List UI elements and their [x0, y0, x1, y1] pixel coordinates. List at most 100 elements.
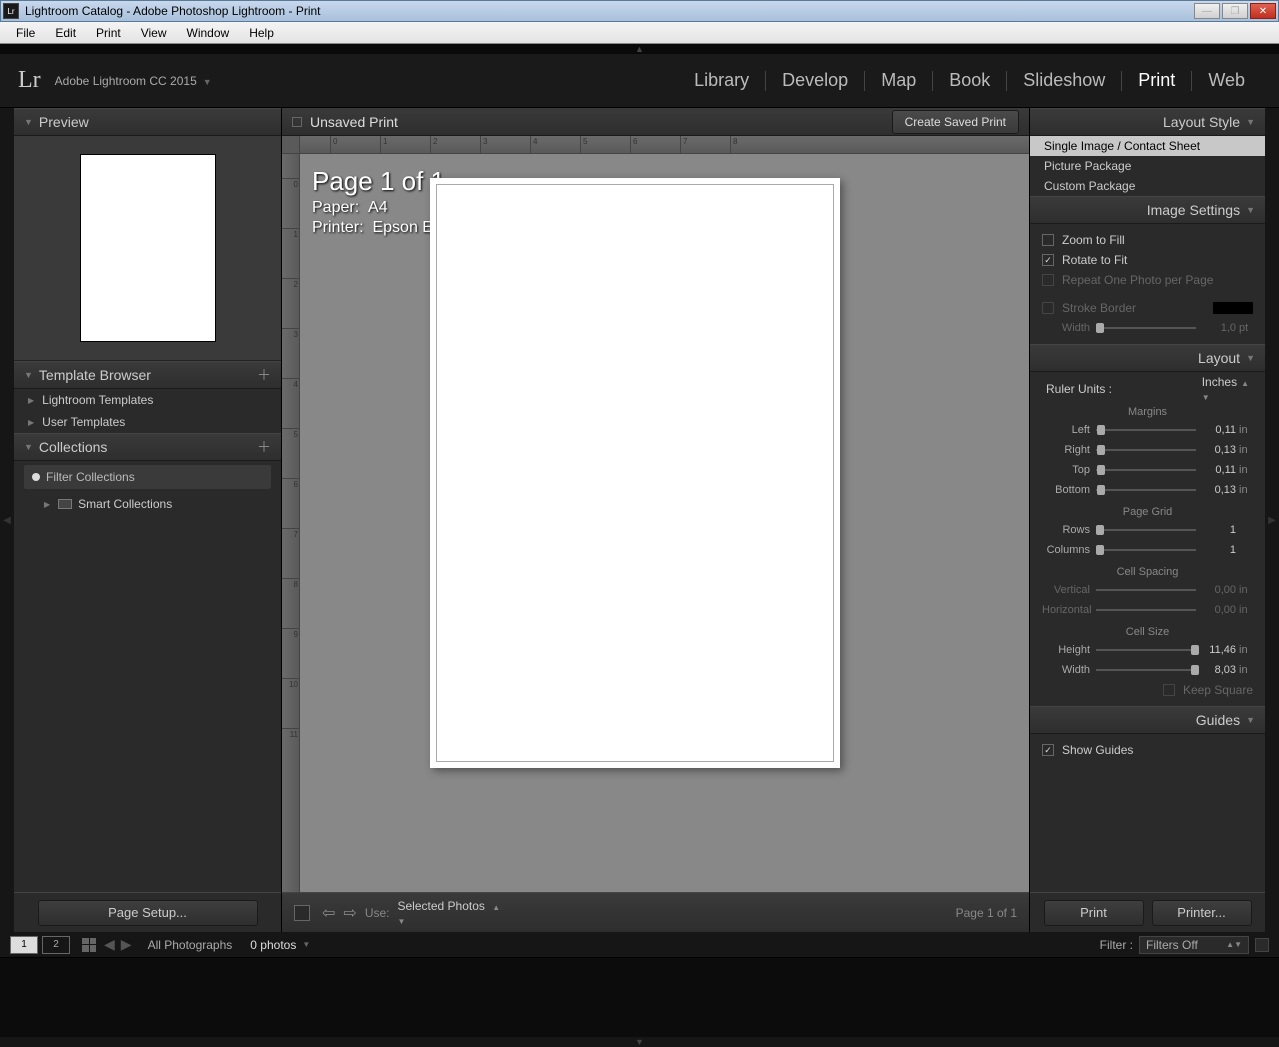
- disclosure-triangle-icon: ▼: [24, 370, 33, 380]
- ruler-units-dropdown[interactable]: Ruler Units : Inches▲▼: [1042, 378, 1253, 400]
- cell-width-slider[interactable]: Width8,03in: [1042, 660, 1253, 680]
- search-icon: [32, 473, 40, 481]
- source-dropdown-icon[interactable]: ▼: [302, 940, 310, 949]
- filmstrip-body[interactable]: [0, 958, 1279, 1037]
- menu-bar: File Edit Print View Window Help: [0, 22, 1279, 44]
- second-display-toggle[interactable]: 2: [42, 936, 70, 954]
- filmstrip-toolbar: 1 2 ◀ ▶ All Photographs 0 photos ▼ Filte…: [0, 932, 1279, 958]
- module-picker: Library Develop Map Book Slideshow Print…: [678, 70, 1261, 91]
- image-settings-header[interactable]: Image Settings▼: [1030, 196, 1265, 224]
- menu-print[interactable]: Print: [86, 23, 131, 43]
- filter-collections-input[interactable]: Filter Collections: [24, 465, 271, 489]
- nav-back-icon[interactable]: ◀: [104, 936, 115, 953]
- collections-header[interactable]: ▼ Collections ＋: [14, 433, 281, 461]
- module-map[interactable]: Map: [865, 70, 932, 91]
- source-label[interactable]: All Photographs: [148, 938, 233, 952]
- module-web[interactable]: Web: [1192, 70, 1261, 91]
- print-canvas[interactable]: 012345678 01234567891011 Page 1 of 1 Pap…: [282, 136, 1029, 892]
- smart-collection-icon: [58, 499, 72, 509]
- cell-height-slider[interactable]: Height11,46in: [1042, 640, 1253, 660]
- right-panel-collapse[interactable]: ▶: [1265, 108, 1279, 932]
- rotate-to-fit-checkbox[interactable]: ✓Rotate to Fit: [1042, 250, 1253, 270]
- stroke-width-slider[interactable]: Width 1,0pt: [1042, 318, 1253, 338]
- create-saved-print-button[interactable]: Create Saved Print: [892, 110, 1019, 134]
- guides-header[interactable]: Guides▼: [1030, 706, 1265, 734]
- add-collection-icon[interactable]: ＋: [257, 437, 271, 457]
- layout-style-custom-package[interactable]: Custom Package: [1030, 176, 1265, 196]
- cell-horizontal-slider: Horizontal0,00in: [1042, 600, 1253, 620]
- nav-forward-icon[interactable]: ▶: [121, 936, 132, 953]
- use-label: Use:: [365, 906, 390, 920]
- margin-bottom-slider[interactable]: Bottom0,13in: [1042, 480, 1253, 500]
- module-library[interactable]: Library: [678, 70, 765, 91]
- margin-right-slider[interactable]: Right0,13in: [1042, 440, 1253, 460]
- grid-view-icon[interactable]: [82, 938, 96, 952]
- soft-proof-toggle-icon[interactable]: [292, 117, 302, 127]
- identity-dropdown-icon[interactable]: ▼: [203, 77, 212, 87]
- filter-lock-icon[interactable]: [1255, 938, 1269, 952]
- layout-header[interactable]: Layout▼: [1030, 344, 1265, 372]
- minimize-button[interactable]: —: [1194, 3, 1220, 19]
- left-panel-collapse[interactable]: ◀: [0, 108, 14, 932]
- template-browser-title: Template Browser: [39, 367, 151, 383]
- maximize-button[interactable]: ❐: [1222, 3, 1248, 19]
- repeat-one-checkbox[interactable]: Repeat One Photo per Page: [1042, 270, 1253, 290]
- margin-top-slider[interactable]: Top0,11in: [1042, 460, 1253, 480]
- cell-size-subhead: Cell Size: [1042, 626, 1253, 638]
- filmstrip-collapse[interactable]: ▼: [0, 1037, 1279, 1047]
- preview-panel-header[interactable]: ▼ Preview: [14, 108, 281, 136]
- right-panel: Layout Style▼ Single Image / Contact She…: [1029, 108, 1265, 932]
- module-slideshow[interactable]: Slideshow: [1007, 70, 1121, 91]
- close-button[interactable]: ✕: [1250, 3, 1276, 19]
- paper-preview[interactable]: [430, 178, 840, 768]
- stroke-color-swatch[interactable]: [1213, 302, 1253, 314]
- templates-user[interactable]: ▶User Templates: [14, 411, 281, 433]
- lightroom-logo: Lr: [18, 67, 41, 94]
- keep-square-checkbox[interactable]: Keep Square: [1042, 680, 1253, 700]
- image-cell[interactable]: [436, 184, 834, 762]
- preview-thumbnail[interactable]: [80, 154, 216, 342]
- printer-button[interactable]: Printer...: [1152, 900, 1252, 926]
- margin-left-slider[interactable]: Left0,11in: [1042, 420, 1253, 440]
- menu-help[interactable]: Help: [239, 23, 284, 43]
- top-panel-collapse[interactable]: ▲: [0, 44, 1279, 54]
- product-name: Adobe Lightroom CC 2015▼: [55, 74, 212, 88]
- module-print[interactable]: Print: [1122, 70, 1191, 91]
- menu-file[interactable]: File: [6, 23, 45, 43]
- layout-style-picture-package[interactable]: Picture Package: [1030, 156, 1265, 176]
- stroke-border-checkbox[interactable]: Stroke Border: [1042, 298, 1253, 318]
- preview-title: Preview: [39, 114, 89, 130]
- right-footer: Print Printer...: [1030, 892, 1265, 932]
- module-book[interactable]: Book: [933, 70, 1006, 91]
- ruler-vertical: 01234567891011: [282, 154, 300, 892]
- use-dropdown[interactable]: Selected Photos ▲▼: [398, 899, 501, 927]
- zoom-to-fill-checkbox[interactable]: Zoom to Fill: [1042, 230, 1253, 250]
- menu-edit[interactable]: Edit: [45, 23, 86, 43]
- page-setup-button[interactable]: Page Setup...: [38, 900, 258, 926]
- smart-collections-item[interactable]: ▶ Smart Collections: [14, 493, 281, 515]
- filter-placeholder: Filter Collections: [46, 470, 135, 484]
- filmstrip: 1 2 ◀ ▶ All Photographs 0 photos ▼ Filte…: [0, 932, 1279, 1047]
- layout-style-single[interactable]: Single Image / Contact Sheet: [1030, 136, 1265, 156]
- menu-window[interactable]: Window: [177, 23, 240, 43]
- main-display-toggle[interactable]: 1: [10, 936, 38, 954]
- print-button[interactable]: Print: [1044, 900, 1144, 926]
- columns-slider[interactable]: Columns1: [1042, 540, 1253, 560]
- menu-view[interactable]: View: [131, 23, 177, 43]
- margins-subhead: Margins: [1042, 406, 1253, 418]
- layout-style-header[interactable]: Layout Style▼: [1030, 108, 1265, 136]
- select-all-checkbox[interactable]: [294, 905, 310, 921]
- collections-title: Collections: [39, 439, 107, 455]
- filter-dropdown[interactable]: Filters Off▲▼: [1139, 936, 1249, 954]
- ruler-corner: [282, 136, 300, 154]
- templates-lightroom[interactable]: ▶Lightroom Templates: [14, 389, 281, 411]
- left-footer: Page Setup...: [14, 892, 281, 932]
- cell-vertical-slider: Vertical0,00in: [1042, 580, 1253, 600]
- next-page-icon[interactable]: ⇨: [343, 903, 356, 923]
- module-develop[interactable]: Develop: [766, 70, 864, 91]
- show-guides-checkbox[interactable]: ✓Show Guides: [1042, 740, 1253, 760]
- template-browser-header[interactable]: ▼ Template Browser ＋: [14, 361, 281, 389]
- rows-slider[interactable]: Rows1: [1042, 520, 1253, 540]
- prev-page-icon[interactable]: ⇦: [322, 903, 335, 923]
- add-template-icon[interactable]: ＋: [257, 365, 271, 385]
